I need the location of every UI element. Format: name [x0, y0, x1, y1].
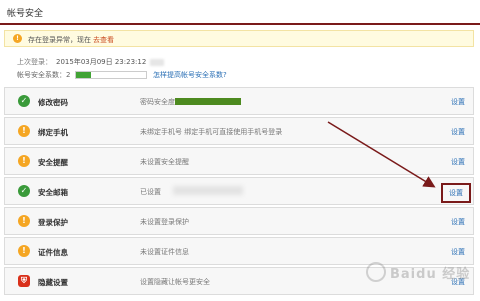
security-score-label: 帐号安全系数：2 — [17, 71, 71, 79]
notice-text: 存在登录异常，现在 去查看 — [28, 35, 114, 45]
item-title: 安全提醒 — [38, 158, 68, 167]
exclamation-icon: ! — [18, 215, 30, 227]
exclamation-icon: ! — [18, 125, 30, 137]
list-item-security-email: ✓ 安全邮箱 已设置 设置 — [4, 177, 474, 205]
improve-security-link[interactable]: 怎样提高帐号安全系数? — [153, 70, 227, 80]
item-title: 修改密码 — [38, 98, 68, 107]
security-score-row: 帐号安全系数：2 怎样提高帐号安全系数? — [17, 70, 227, 80]
notice-message: 存在登录异常，现在 — [28, 36, 91, 44]
view-anomaly-link[interactable]: 去查看 — [93, 36, 114, 44]
shield-icon: ⛨ — [18, 275, 30, 287]
baidu-jingyan-watermark: Baidu 经验 — [364, 258, 476, 288]
item-desc: 未设置安全提醒 — [140, 158, 189, 166]
item-desc: 已设置 — [140, 188, 161, 196]
paw-logo-icon — [366, 262, 386, 282]
list-item-change-password: ✓ 修改密码 密码安全度 设置 — [4, 87, 474, 115]
security-score-bar — [75, 71, 147, 79]
exclamation-icon: ! — [18, 245, 30, 257]
page-title: 帐号安全 — [7, 9, 44, 19]
item-title: 绑定手机 — [38, 128, 68, 137]
settings-link-phone[interactable]: 设置 — [451, 127, 465, 137]
last-login-datetime: 2015年03月09日 23:23:12 — [56, 58, 147, 66]
item-desc: 未设置登录保护 — [140, 218, 189, 226]
item-title: 证件信息 — [38, 248, 68, 257]
item-desc: 密码安全度 — [140, 98, 175, 106]
settings-link-password[interactable]: 设置 — [451, 97, 465, 107]
security-score-fill — [76, 72, 92, 78]
settings-link-id-info[interactable]: 设置 — [451, 247, 465, 257]
exclamation-icon: ! — [13, 34, 22, 43]
password-strength-bar — [175, 98, 241, 105]
check-icon: ✓ — [18, 95, 30, 107]
page-header: 帐号安全 — [0, 0, 480, 25]
redacted-ip — [150, 58, 165, 66]
settings-link-alert[interactable]: 设置 — [451, 157, 465, 167]
item-title: 登录保护 — [38, 218, 68, 227]
item-title: 安全邮箱 — [38, 188, 68, 197]
exclamation-icon: ! — [18, 155, 30, 167]
item-desc: 设置隐藏让帐号更安全 — [140, 278, 210, 286]
last-login-label: 上次登录： — [17, 58, 52, 66]
last-login-row: 上次登录： 2015年03月09日 23:23:12 — [17, 57, 165, 67]
list-item-bind-phone: ! 绑定手机 未绑定手机号 绑定手机可直接使用手机号登录 设置 — [4, 117, 474, 145]
settings-link-login-protection[interactable]: 设置 — [451, 217, 465, 227]
redacted-email — [173, 186, 243, 195]
check-icon: ✓ — [18, 185, 30, 197]
watermark-text: Baidu 经验 — [390, 267, 471, 282]
list-item-login-protection: ! 登录保护 未设置登录保护 设置 — [4, 207, 474, 235]
item-title: 隐藏设置 — [38, 278, 68, 287]
settings-link-email[interactable]: 设置 — [441, 183, 471, 203]
list-item-security-alert: ! 安全提醒 未设置安全提醒 设置 — [4, 147, 474, 175]
login-anomaly-notice: ! 存在登录异常，现在 去查看 — [4, 30, 474, 47]
item-desc: 未绑定手机号 绑定手机可直接使用手机号登录 — [140, 128, 283, 136]
item-desc: 未设置证件信息 — [140, 248, 189, 256]
